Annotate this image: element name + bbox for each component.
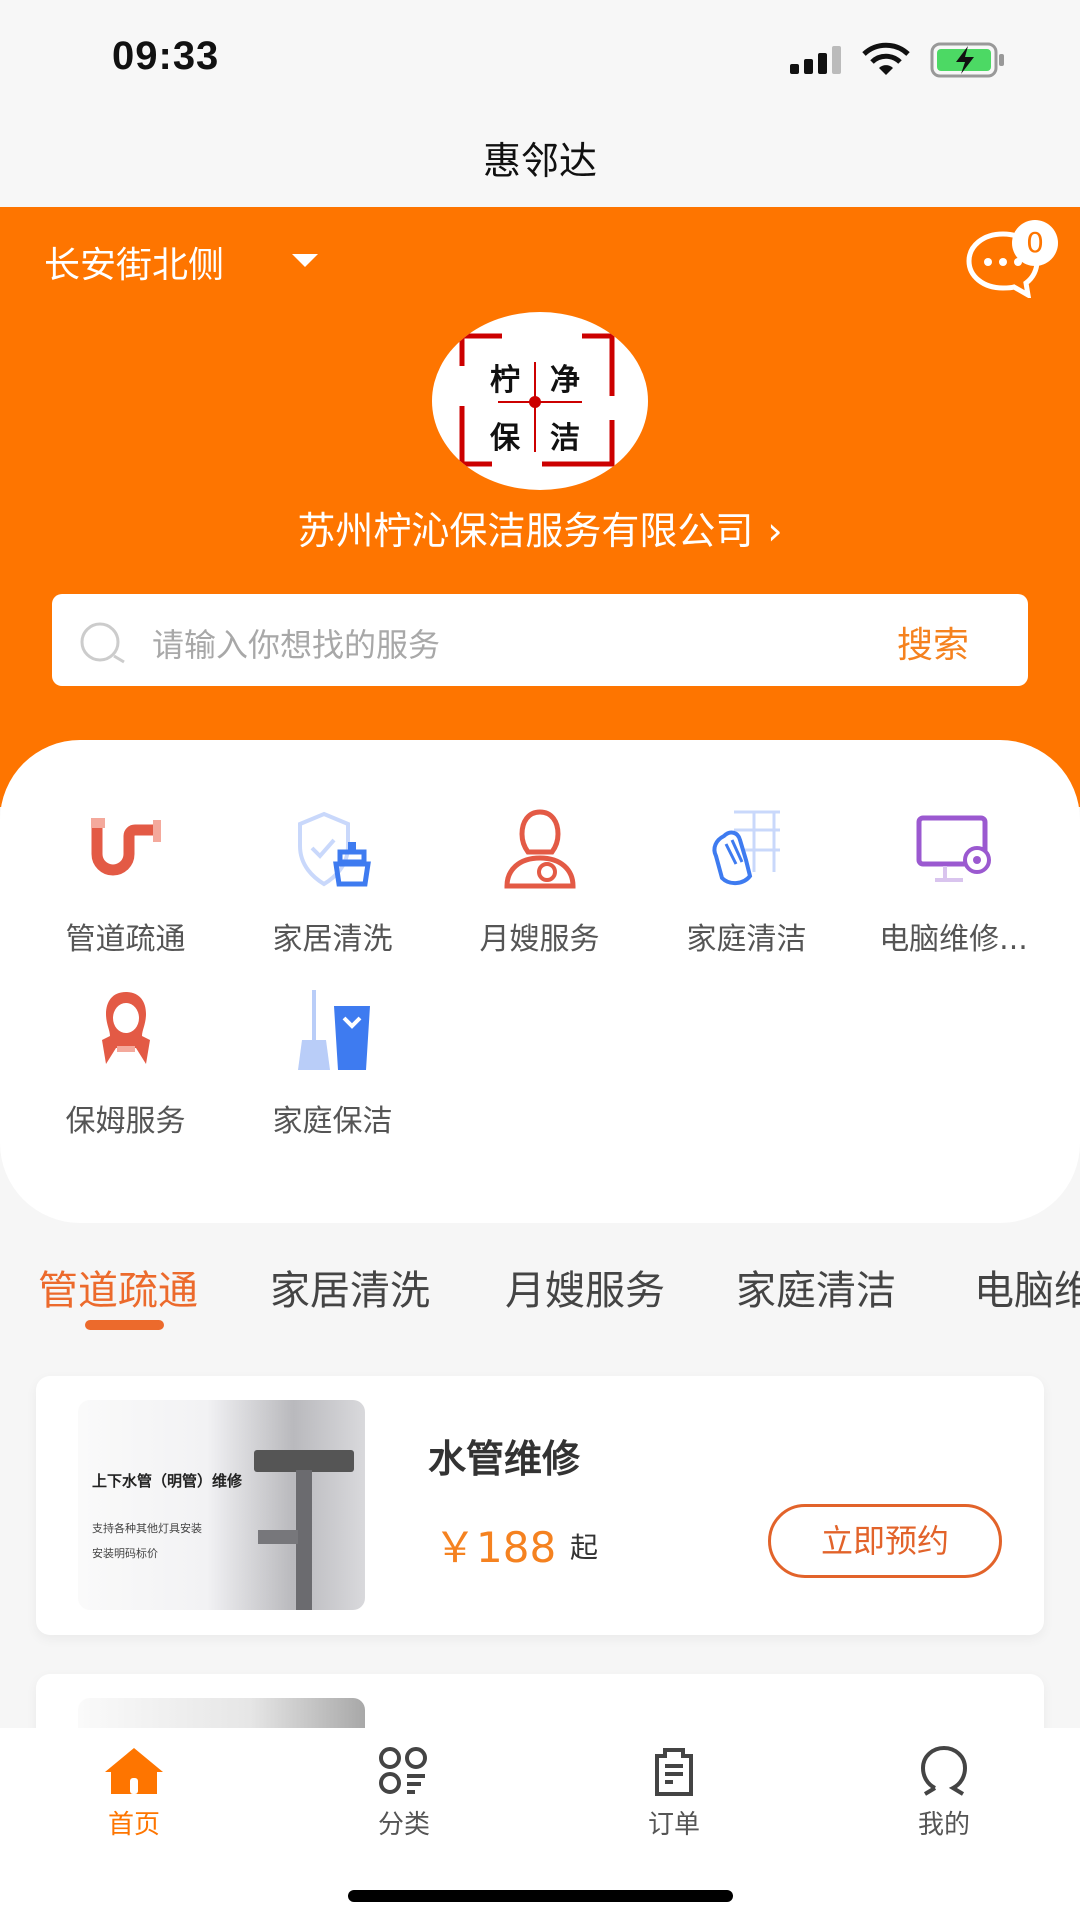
signal-icon: [790, 46, 841, 74]
category-maternity[interactable]: 月嫂服务: [436, 806, 643, 958]
maid-icon: [101, 992, 150, 1064]
chevron-right-icon: ›: [767, 509, 783, 553]
shield-broom-icon: [297, 811, 371, 887]
pipe-icon: [90, 818, 161, 876]
status-time: 09:33: [112, 34, 220, 78]
home-indicator: [348, 1890, 733, 1902]
home-icon: [105, 1748, 163, 1794]
search-icon: [80, 622, 125, 664]
product-price: ￥188: [434, 1523, 557, 1572]
mop-bucket-icon: [297, 990, 370, 1070]
tab-profile[interactable]: 我的: [874, 1746, 1014, 1841]
company-name-link[interactable]: 苏州柠沁保洁服务有限公司 ›: [0, 500, 1080, 555]
tab-home-wash[interactable]: 家居清洗: [270, 1258, 430, 1316]
product-card[interactable]: 上下水管（明管）维修 支持各种其他灯具安装 安装明码标价 水管维修 ￥188 起…: [36, 1376, 1044, 1635]
tab-computer-repair[interactable]: 电脑维修: [974, 1258, 1080, 1316]
price-suffix: 起: [570, 1531, 599, 1564]
tab-maternity[interactable]: 月嫂服务: [505, 1258, 665, 1316]
svg-text:柠: 柠: [490, 363, 520, 398]
tab-home[interactable]: 首页: [64, 1746, 204, 1841]
category-pipe[interactable]: 管道疏通: [22, 806, 229, 958]
tab-category[interactable]: 分类: [334, 1746, 474, 1841]
company-name: 苏州柠沁保洁服务有限公司: [297, 509, 754, 553]
category-icon: [379, 1747, 427, 1794]
wifi-icon: [862, 42, 910, 75]
search-bar[interactable]: 请输入你想找的服务 搜索: [52, 594, 1028, 686]
message-badge: 0: [1012, 220, 1058, 266]
search-input[interactable]: 请输入你想找的服务: [152, 620, 440, 666]
page-title: 惠邻达: [482, 139, 597, 183]
computer-gear-icon: [916, 815, 991, 882]
svg-text:洁: 洁: [550, 421, 580, 456]
category-computer-repair[interactable]: 电脑维修...: [850, 806, 1057, 958]
caret-down-icon[interactable]: [292, 254, 318, 267]
book-now-button[interactable]: 立即预约: [768, 1504, 1002, 1578]
svg-text:净: 净: [550, 363, 580, 398]
tab-orders[interactable]: 订单: [604, 1746, 744, 1841]
svg-text:保: 保: [490, 421, 521, 456]
tab-pipe[interactable]: 管道疏通: [38, 1258, 198, 1316]
battery-charging-icon: [930, 42, 1004, 78]
product-image: 上下水管（明管）维修 支持各种其他灯具安装 安装明码标价: [78, 1400, 365, 1610]
tab-home-cleaning[interactable]: 家庭清洁: [736, 1258, 896, 1316]
active-tab-indicator: [85, 1320, 164, 1330]
search-button[interactable]: 搜索: [897, 616, 969, 668]
company-logo[interactable]: 柠 净 保 洁: [432, 312, 648, 490]
category-maid[interactable]: 保姆服务: [22, 988, 229, 1140]
product-title: 水管维修: [428, 1437, 581, 1481]
category-panel: 管道疏通 家居清洗 月嫂服务 家庭清洁 电脑维修... 保姆服务 家庭保洁: [0, 740, 1080, 1223]
location-selector[interactable]: 长安街北侧: [44, 236, 224, 288]
nanny-baby-icon: [503, 809, 576, 889]
order-clipboard-icon: [655, 1748, 693, 1796]
user-icon: [920, 1746, 968, 1796]
category-home-cleaning[interactable]: 家庭清洁: [643, 806, 850, 958]
wipe-hand-icon: [711, 810, 780, 885]
category-home-wash[interactable]: 家居清洗: [229, 806, 436, 958]
category-home-housekeeping[interactable]: 家庭保洁: [229, 988, 436, 1140]
